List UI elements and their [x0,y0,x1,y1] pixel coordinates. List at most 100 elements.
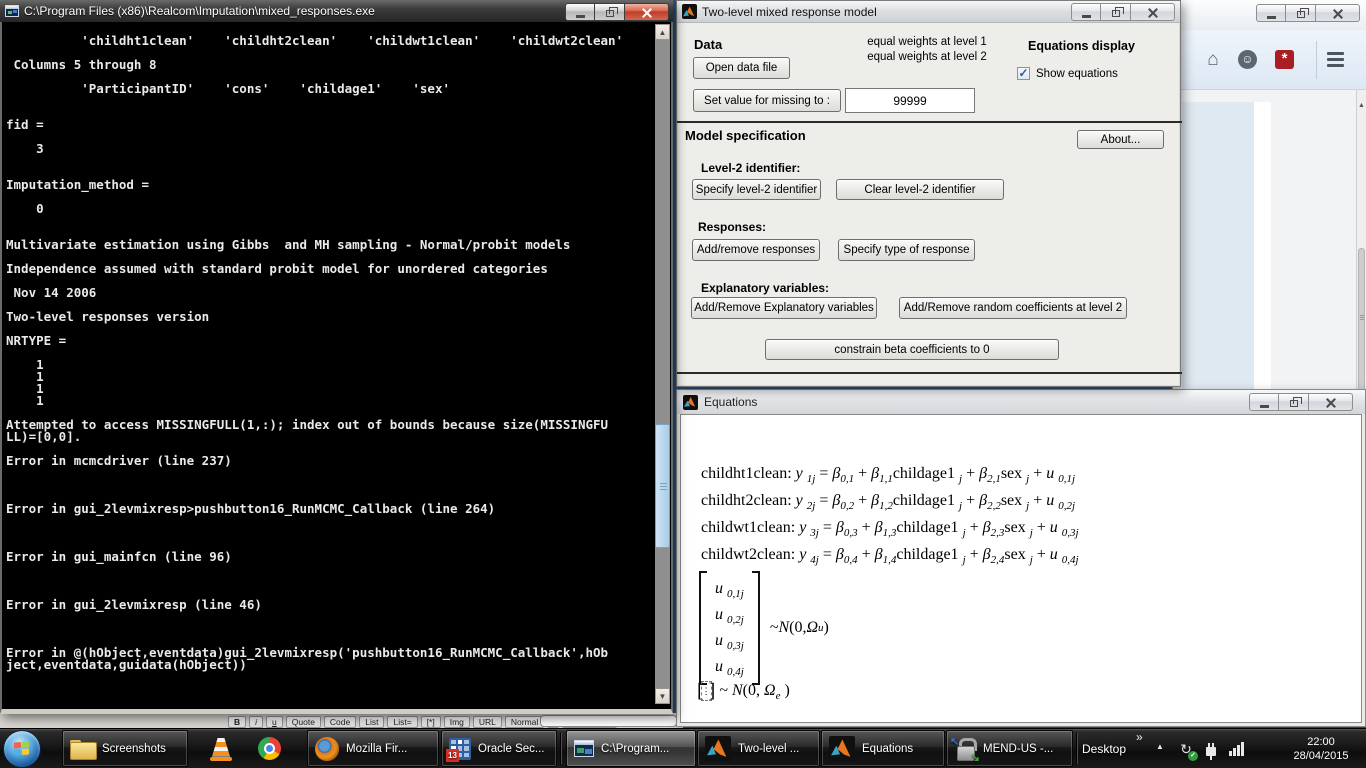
browser-toolbar: ⌂ ☺ * [1173,30,1366,90]
firefox-icon [315,737,339,761]
scroll-up-icon[interactable]: ▲ [655,24,670,40]
browser-content: ▲ [1173,90,1366,392]
right-bracket [752,571,760,685]
level2-identifier-label: Level-2 identifier: [701,161,800,175]
menu-icon[interactable] [1327,52,1344,67]
network-tray-icon[interactable] [1226,729,1246,768]
taskbar-item-label: Screenshots [102,743,166,755]
quote-button[interactable]: Quote [286,716,321,728]
browser-close-button[interactable] [1316,4,1360,22]
equations-display-heading: Equations display [1028,39,1135,53]
weights-level1-text: equal weights at level 1 [827,36,1027,48]
taskbar-item-console[interactable]: C:\Program... [566,730,696,767]
taskbar-item-mendus[interactable]: ↖ ↘ MEND-US -... [946,730,1073,767]
home-icon[interactable]: ⌂ [1200,48,1226,72]
taskbar-item-screenshots[interactable]: Screenshots [62,730,188,767]
specify-type-of-response-button[interactable]: Specify type of response [838,239,975,261]
bold-button[interactable]: B [228,716,246,728]
download-arrow-icon: ↘ [971,751,980,764]
equations-window-title: Equations [704,395,757,409]
weights-level2-text: equal weights at level 2 [827,51,1027,63]
u-distribution: ~ N(0, Ωu ) [770,571,829,685]
code-button[interactable]: Code [324,716,356,728]
console-minimize-button[interactable] [565,3,595,21]
taskbar-item-oracle[interactable]: 13 Oracle Sec... [441,730,557,767]
url-button[interactable]: URL [473,716,502,728]
u-term: u 0,1j [715,576,744,602]
browser-scroll-thumb[interactable] [1358,248,1365,393]
explanatory-variables-label: Explanatory variables: [701,281,829,295]
browser-minimize-button[interactable] [1256,4,1286,22]
taskbar-item-label: Oracle Sec... [478,743,544,755]
image-button[interactable]: Img [444,716,470,728]
add-remove-responses-button[interactable]: Add/remove responses [692,239,820,261]
scroll-down-icon[interactable]: ▼ [655,688,670,704]
taskbar-item-chrome[interactable] [251,730,295,767]
taskbar-clock[interactable]: 22:00 28/04/2015 [1284,729,1358,768]
power-tray-icon[interactable] [1202,729,1220,768]
ordered-list-button[interactable]: List= [387,716,417,728]
set-missing-value-button[interactable]: Set value for missing to : [693,89,841,112]
chat-icon[interactable]: ☺ [1238,50,1257,69]
underline-button[interactable]: u [266,716,283,728]
console-window: C:\Program Files (x86)\Realcom\Imputatio… [0,0,673,714]
list-item-button[interactable]: [*] [421,716,441,728]
console-scrollbar[interactable]: ▲ ▼ [655,24,670,704]
notification-badge: 13 [446,749,459,762]
open-data-file-button[interactable]: Open data file [693,57,790,79]
model-minimize-button[interactable] [1071,3,1101,21]
folder-icon [70,740,95,758]
taskbar-item-label: MEND-US -... [983,743,1053,755]
model-restore-button[interactable] [1101,3,1131,21]
browser-titlebar [1173,0,1366,30]
chevron-icon[interactable]: » [1136,730,1143,744]
taskbar-item-two-level[interactable]: Two-level ... [697,730,820,767]
clear-level2-button[interactable]: Clear level-2 identifier [836,179,1004,200]
taskbar-item-vlc[interactable] [203,730,243,767]
editor-text-field[interactable] [540,715,677,727]
windows-logo-icon [14,741,30,756]
desktop-toolbar[interactable]: Desktop [1082,729,1126,768]
matlab-icon [705,736,731,762]
list-button[interactable]: List [359,716,384,728]
taskbar-item-equations[interactable]: Equations [821,730,945,767]
equations-close-button[interactable] [1309,393,1353,411]
specify-level2-button[interactable]: Specify level-2 identifier [692,179,821,200]
clock-date: 28/04/2015 [1293,749,1348,763]
taskbar-item-label: Equations [862,743,913,755]
browser-page-gap [1254,102,1271,392]
sync-tray-icon[interactable]: ↻✓ [1176,729,1196,768]
paragraph-style-button[interactable]: Normal [505,716,544,728]
add-remove-explanatory-button[interactable]: Add/Remove Explanatory variables [691,297,877,319]
console-titlebar: C:\Program Files (x86)\Realcom\Imputatio… [0,0,673,22]
console-restore-button[interactable] [595,3,625,21]
show-equations-checkbox[interactable]: ✓ [1017,67,1030,80]
responses-label: Responses: [698,220,766,234]
residual-distribution-line: [ ⋮ ] ~ N(0, Ωe ) [697,681,790,701]
tray-expand-icon[interactable]: ▲ [1156,742,1164,751]
console-close-button[interactable] [625,3,669,21]
start-button[interactable] [3,730,41,768]
random-effects-vector: u 0,1j u 0,2j u 0,3j u 0,4j ~ N(0, Ωu ) [699,571,829,685]
equations-restore-button[interactable] [1279,393,1309,411]
console-scroll-thumb[interactable] [655,424,670,548]
u-term: u 0,2j [715,602,744,628]
lastpass-icon[interactable]: * [1275,50,1294,69]
console-output: 'childht1clean' 'childht2clean' 'childwt… [6,35,649,703]
model-close-button[interactable] [1131,3,1175,21]
vlc-icon [210,737,232,761]
italic-button[interactable]: i [249,716,263,728]
taskbar-item-firefox[interactable]: Mozilla Fir... [307,730,439,767]
add-remove-random-coefficients-button[interactable]: Add/Remove random coefficients at level … [899,297,1127,319]
equation-line-2: childht2clean: y 2j = β0,2 + β1,2childag… [701,492,1075,510]
browser-scrollbar[interactable]: ▲ [1356,90,1366,392]
constrain-beta-button[interactable]: constrain beta coefficients to 0 [765,339,1059,360]
matlab-icon [829,736,855,762]
about-button[interactable]: About... [1077,130,1164,149]
section-divider [677,121,1182,123]
browser-restore-button[interactable] [1286,4,1316,22]
equations-minimize-button[interactable] [1249,393,1279,411]
desktop: ⌂ ☺ * ▲ Equations childht1cle [0,0,1366,768]
scroll-up-icon[interactable]: ▲ [1358,102,1365,109]
missing-value-input[interactable] [845,88,975,113]
